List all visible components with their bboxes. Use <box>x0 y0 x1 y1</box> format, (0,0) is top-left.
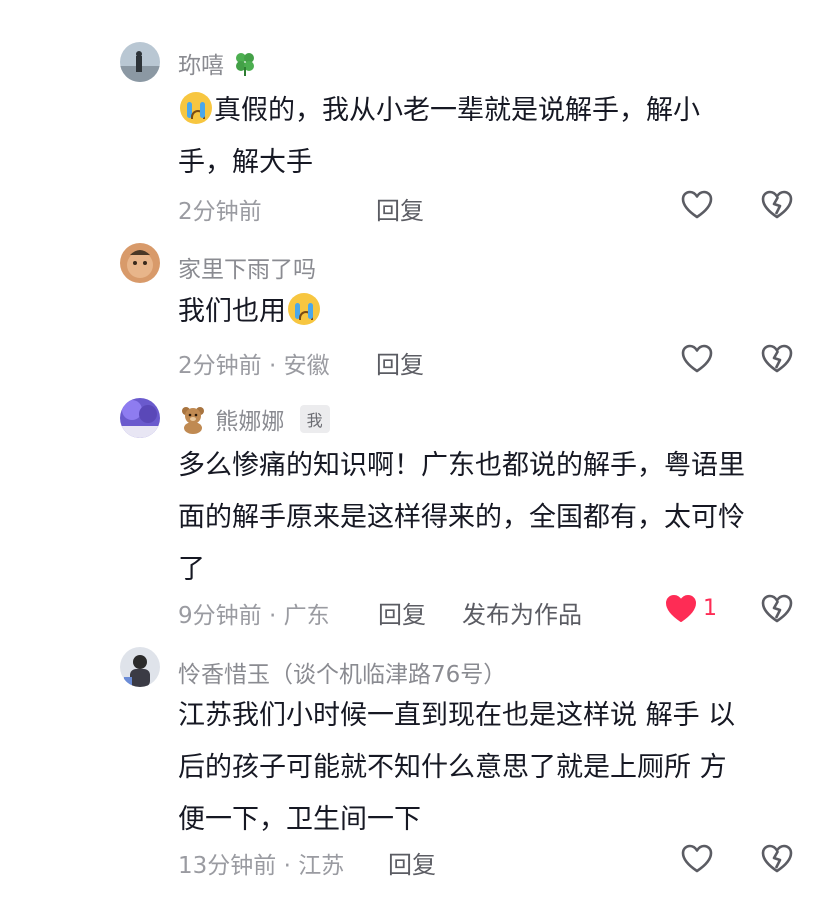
username[interactable]: 熊娜娜 我 <box>178 402 330 440</box>
heart-outline-icon[interactable] <box>680 342 714 376</box>
username[interactable]: 家里下雨了吗 <box>178 250 316 284</box>
me-tag: 我 <box>299 405 330 433</box>
dislike-heart-icon[interactable] <box>760 188 794 222</box>
publish-as-work-button[interactable]: 发布为作品 <box>462 595 582 630</box>
avatar[interactable] <box>120 42 160 82</box>
like-count: 1 <box>703 596 717 621</box>
dislike-heart-icon[interactable] <box>760 342 794 376</box>
username[interactable]: 珎嘻 <box>178 46 259 83</box>
four-leaf-clover-icon <box>231 49 259 83</box>
username-text: 珎嘻 <box>178 53 224 79</box>
avatar[interactable] <box>120 243 160 283</box>
reply-button[interactable]: 回复 <box>388 845 436 880</box>
dislike-heart-icon[interactable] <box>760 842 794 876</box>
reply-button[interactable]: 回复 <box>376 345 424 380</box>
comment-time: 2分钟前 · 安徽 <box>178 353 330 379</box>
reply-button[interactable]: 回复 <box>376 191 424 226</box>
username[interactable]: 怜香惜玉（谈个机临津路76号） <box>178 655 506 689</box>
heart-outline-icon[interactable] <box>680 188 714 222</box>
crying-face-emoji-icon <box>180 92 212 124</box>
comment-text: 多么惨痛的知识啊！广东也都说的解手，粤语里 面的解手原来是这样得来的，全国都有，… <box>178 450 745 585</box>
username-text: 熊娜娜 <box>215 409 285 435</box>
avatar[interactable] <box>120 647 160 687</box>
crying-face-emoji-icon <box>288 293 320 325</box>
dislike-heart-icon[interactable] <box>760 592 794 626</box>
reply-button[interactable]: 回复 <box>378 595 426 630</box>
teddy-bear-icon <box>178 404 208 440</box>
comment-time: 13分钟前 · 江苏 <box>178 853 345 879</box>
avatar[interactable] <box>120 398 160 438</box>
heart-filled-icon[interactable] <box>664 592 698 626</box>
heart-outline-icon[interactable] <box>680 842 714 876</box>
comment-time: 2分钟前 <box>178 199 262 225</box>
comment-text: 江苏我们小时候一直到现在也是这样说 解手 以 后的孩子可能就不知什么意思了就是上… <box>178 700 736 835</box>
comment-text: 我们也用 <box>178 286 798 338</box>
comment-text: 真假的，我从小老一辈就是说解手，解小 手，解大手 <box>178 85 798 189</box>
comment-time: 9分钟前 · 广东 <box>178 603 330 629</box>
